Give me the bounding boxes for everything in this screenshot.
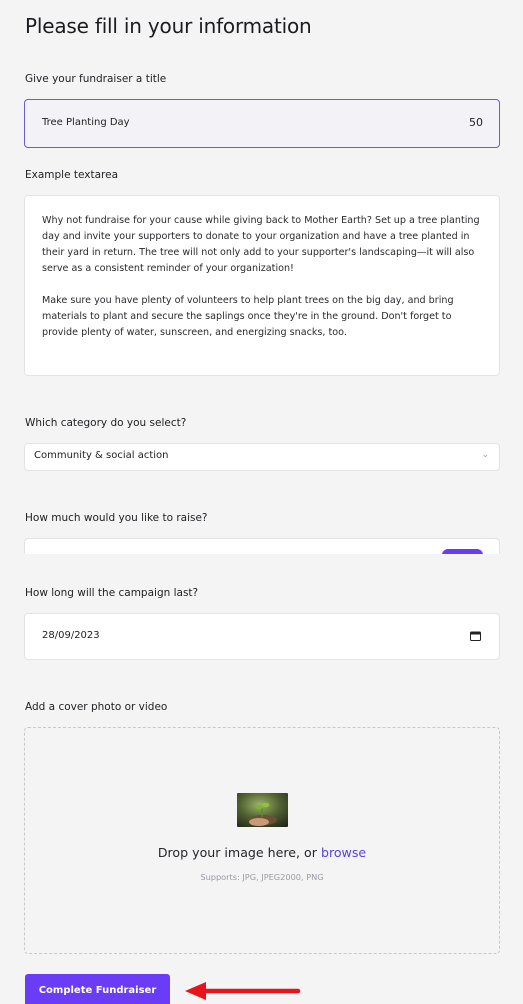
title-input-value: Tree Planting Day — [42, 117, 130, 128]
supported-formats: Supports: JPG, JPEG2000, PNG — [200, 872, 324, 882]
textarea-paragraph-1: Why not fundraise for your cause while g… — [42, 215, 480, 274]
complete-fundraiser-button[interactable]: Complete Fundraiser — [25, 974, 170, 1004]
duration-label: How long will the campaign last? — [25, 587, 199, 599]
calendar-icon[interactable] — [470, 631, 481, 641]
category-select-value: Community & social action — [34, 450, 169, 461]
category-select[interactable]: Community & social action ⌄ — [24, 443, 500, 471]
date-input[interactable]: 28/09/2023 — [24, 613, 500, 660]
arrow-left-icon — [185, 982, 301, 1000]
browse-link[interactable]: browse — [321, 845, 366, 860]
category-label: Which category do you select? — [25, 417, 187, 429]
description-textarea[interactable]: Why not fundraise for your cause while g… — [24, 195, 500, 376]
textarea-paragraph-2: Make sure you have plenty of volunteers … — [42, 295, 454, 338]
amount-label: How much would you like to raise? — [25, 512, 208, 524]
title-label: Give your fundraiser a title — [25, 73, 167, 85]
title-input[interactable]: Tree Planting Day 50 — [24, 99, 500, 148]
currency-button[interactable] — [442, 549, 483, 554]
drop-instructions: Drop your image here, or browse — [25, 845, 499, 860]
date-input-value: 28/09/2023 — [42, 630, 100, 641]
chevron-down-icon: ⌄ — [481, 450, 489, 460]
title-char-count: 50 — [469, 116, 483, 129]
cover-preview-image — [237, 793, 288, 827]
textarea-label: Example textarea — [25, 169, 119, 181]
page-title: Please fill in your information — [25, 14, 312, 38]
media-label: Add a cover photo or video — [25, 701, 168, 713]
amount-input[interactable] — [24, 538, 500, 554]
drop-text: Drop your image here, or — [157, 845, 317, 860]
media-dropzone[interactable]: Drop your image here, or browse Supports… — [24, 727, 500, 954]
